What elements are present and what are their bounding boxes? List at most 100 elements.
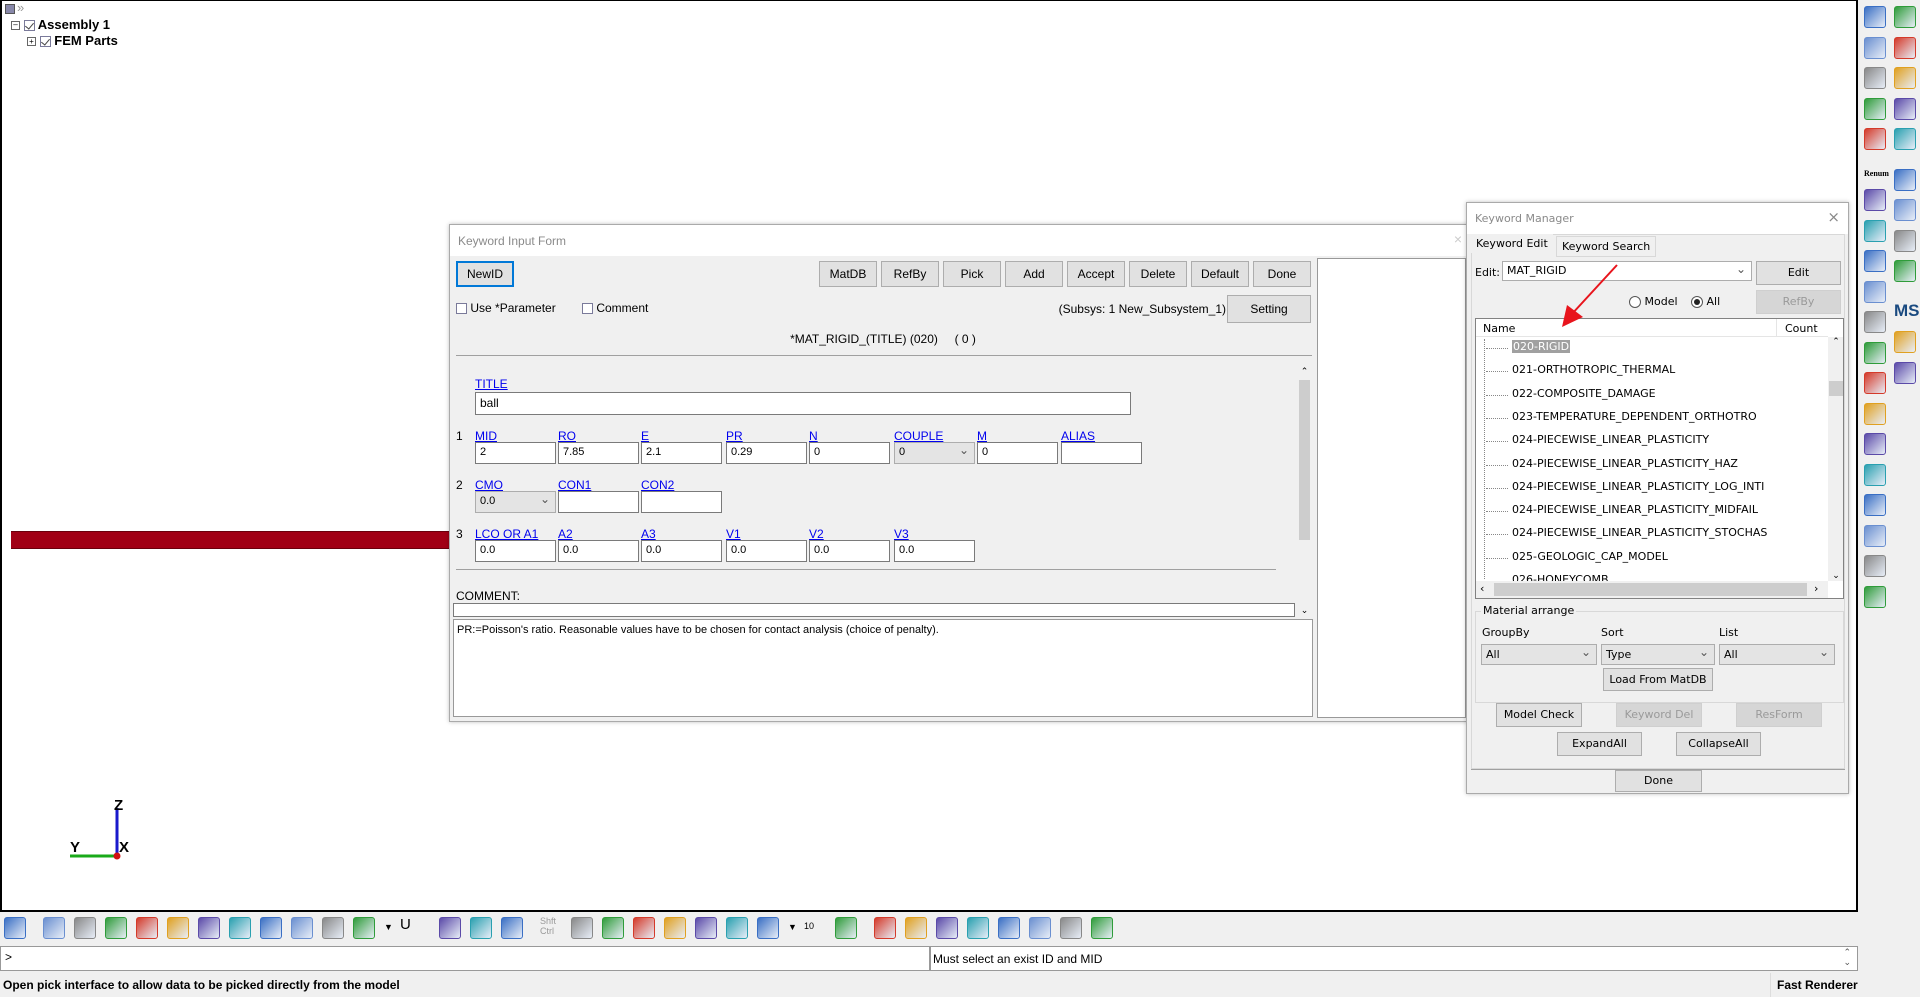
- con1-input[interactable]: [558, 491, 639, 513]
- tree-item-fem-parts[interactable]: + FEM Parts: [5, 33, 118, 49]
- close-icon[interactable]: ×: [1827, 208, 1840, 226]
- n-input[interactable]: 0: [809, 442, 890, 464]
- bulb-icon[interactable]: [1864, 494, 1886, 516]
- command-input[interactable]: >: [0, 946, 930, 971]
- fringe-check-icon[interactable]: [4, 917, 26, 939]
- resform-button[interactable]: ResForm: [1736, 703, 1822, 727]
- outline-icon[interactable]: [167, 917, 189, 939]
- v1-input[interactable]: 0.0: [726, 540, 807, 562]
- home-icon[interactable]: [905, 917, 927, 939]
- solid-dark-icon[interactable]: [470, 917, 492, 939]
- scroll-right-icon[interactable]: ›: [1814, 582, 1818, 595]
- node-tool-icon[interactable]: [1894, 229, 1916, 252]
- flash-list-icon[interactable]: [936, 917, 958, 939]
- keyword-list-item[interactable]: 025-GEOLOGIC_CAP_MODEL: [1486, 550, 1668, 563]
- alias-input[interactable]: [1061, 442, 1142, 464]
- points-icon[interactable]: [229, 917, 251, 939]
- wire-cube-icon[interactable]: [501, 917, 523, 939]
- field-label-e[interactable]: E: [641, 429, 649, 443]
- accept-button[interactable]: Accept: [1067, 261, 1125, 287]
- tab-keyword-search[interactable]: Keyword Search: [1556, 236, 1657, 257]
- radio-all-option[interactable]: All: [1691, 295, 1720, 308]
- chart-list-icon[interactable]: [1894, 260, 1916, 282]
- zoom-window-icon[interactable]: [664, 917, 686, 939]
- matdb-button[interactable]: MatDB: [819, 261, 877, 287]
- keyword-list-item[interactable]: 024-PIECEWISE_LINEAR_PLASTICITY: [1485, 433, 1709, 446]
- field-label-v1[interactable]: V1: [726, 527, 741, 541]
- cmo-select[interactable]: 0.0: [475, 491, 556, 513]
- solid-view-icon[interactable]: [439, 917, 461, 939]
- keyword-list-item[interactable]: 023-TEMPERATURE_DEPENDENT_ORTHOTRO: [1486, 410, 1757, 423]
- keyword-list-item[interactable]: 022-COMPOSITE_DAMAGE: [1486, 387, 1656, 400]
- expand-icon[interactable]: +: [27, 37, 36, 47]
- list-select[interactable]: All: [1719, 644, 1835, 665]
- a3-input[interactable]: 0.0: [641, 540, 722, 562]
- rectangle-icon[interactable]: [1864, 311, 1886, 333]
- keyword-list-item[interactable]: 024-PIECEWISE_LINEAR_PLASTICITY_MIDFAIL: [1486, 503, 1758, 516]
- load-from-matdb-button[interactable]: Load From MatDB: [1603, 668, 1713, 691]
- v3-input[interactable]: 0.0: [894, 540, 975, 562]
- sort-select[interactable]: Type: [1601, 644, 1715, 665]
- field-label-a2[interactable]: A2: [558, 527, 573, 541]
- mesh-tool-icon[interactable]: [1864, 524, 1886, 547]
- mesh-grid-icon[interactable]: [1894, 168, 1916, 191]
- field-label-v2[interactable]: V2: [809, 527, 824, 541]
- surface-icon[interactable]: [1894, 67, 1916, 89]
- e-input[interactable]: 2.1: [641, 442, 722, 464]
- mesh-shaded-icon[interactable]: [136, 917, 158, 939]
- eraser-icon[interactable]: [571, 917, 593, 939]
- stethoscope-icon[interactable]: [1894, 331, 1916, 353]
- wireframe-icon[interactable]: [43, 917, 65, 939]
- tree-menu-icon[interactable]: [5, 4, 15, 14]
- close-icon[interactable]: ×: [1454, 231, 1462, 247]
- done-button[interactable]: Done: [1615, 770, 1702, 792]
- rigid-part-shape[interactable]: [11, 531, 453, 549]
- con2-input[interactable]: [641, 491, 722, 513]
- contour-icon[interactable]: [353, 917, 375, 939]
- field-label-mid[interactable]: MID: [475, 429, 497, 443]
- renum-icon[interactable]: Renum: [1864, 159, 1889, 181]
- keyword-list-item[interactable]: 024-PIECEWISE_LINEAR_PLASTICITY_LOG_INTI: [1485, 480, 1764, 493]
- add-button[interactable]: Add: [1005, 261, 1063, 287]
- form-scrollbar[interactable]: ⌃ ⌄: [1297, 366, 1312, 616]
- setting-button[interactable]: Setting: [1227, 295, 1311, 323]
- pr-input[interactable]: 0.29: [726, 442, 807, 464]
- section-icon[interactable]: [1864, 189, 1886, 211]
- split-view-icon[interactable]: [1864, 433, 1886, 455]
- collapse-all-button[interactable]: CollapseAll: [1676, 732, 1761, 756]
- light-mesh-icon[interactable]: [1864, 555, 1886, 577]
- scroll-thumb[interactable]: [1829, 381, 1843, 396]
- check-list-icon[interactable]: [1864, 128, 1886, 150]
- refby-button[interactable]: RefBy: [1756, 290, 1841, 314]
- keyword-list-item[interactable]: 021-ORTHOTROPIC_THERMAL: [1485, 363, 1675, 376]
- gears-arrow-icon[interactable]: [1864, 250, 1886, 272]
- list-vscrollbar[interactable]: ⌃ ⌄: [1828, 337, 1843, 581]
- expand-all-button[interactable]: ExpandAll: [1557, 732, 1642, 756]
- tab-keyword-edit[interactable]: Keyword Edit: [1471, 234, 1553, 253]
- field-label-con2[interactable]: CON2: [641, 478, 674, 492]
- gear-panel-icon[interactable]: [1864, 280, 1886, 303]
- scroll-down-icon[interactable]: ⌄: [1828, 571, 1843, 581]
- network-icon[interactable]: [1864, 585, 1886, 608]
- couple-select[interactable]: 0: [894, 442, 975, 464]
- use-parameter-option[interactable]: Use *Parameter: [456, 301, 556, 315]
- delete-button[interactable]: Delete: [1129, 261, 1187, 287]
- a2-input[interactable]: 0.0: [558, 540, 639, 562]
- scroll-down-icon[interactable]: ⌄: [1297, 605, 1312, 616]
- table-edit-icon[interactable]: [1894, 199, 1916, 221]
- edit-button[interactable]: Edit: [1756, 261, 1841, 285]
- field-label-v3[interactable]: V3: [894, 527, 909, 541]
- refby-button[interactable]: RefBy: [881, 261, 939, 287]
- scroll-up-icon[interactable]: ⌃: [1828, 337, 1843, 347]
- mesh-dark-icon[interactable]: [291, 917, 313, 939]
- v2-input[interactable]: 0.0: [809, 540, 890, 562]
- explosion-icon[interactable]: [1864, 463, 1886, 486]
- new-list-icon[interactable]: [1864, 67, 1886, 89]
- scroll-left-icon[interactable]: ‹: [1480, 582, 1484, 595]
- done-button[interactable]: Done: [1253, 261, 1311, 287]
- comment-option[interactable]: Comment: [582, 301, 648, 315]
- mid-input[interactable]: 2: [475, 442, 556, 464]
- field-label-m[interactable]: M: [977, 429, 987, 443]
- globe-icon[interactable]: [726, 917, 748, 939]
- graph-icon[interactable]: [1091, 917, 1113, 939]
